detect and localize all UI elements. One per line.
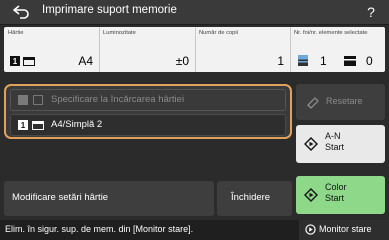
status-message: Elim. în sigur. sup. de mem. din [Monito… [5, 224, 194, 234]
copies-summary-cell: Număr de copii 1 [195, 27, 291, 72]
paper-option-a4-plain-2[interactable]: 1 A4/Simplă 2 [10, 114, 286, 136]
modify-paper-settings-label: Modificare setări hârtie [12, 192, 109, 203]
sheets-icon [298, 55, 308, 66]
sheets-count: 1 [320, 54, 327, 68]
document-icon: 1 [18, 120, 28, 130]
document-icon [18, 95, 28, 105]
paper-option-label: Specificare la încărcarea hârtiei [51, 94, 185, 105]
bw-start-button[interactable]: A-N Start [296, 125, 385, 163]
status-bar: Elim. în sigur. sup. de mem. din [Monito… [0, 220, 389, 240]
document-icon: 1 [10, 56, 20, 66]
bw-start-line2: Start [325, 142, 345, 152]
paper-option-label: A4/Simplă 2 [51, 119, 103, 130]
copies-label: Număr de copii [199, 30, 238, 36]
pages-summary-cell: Nr. foi/nr. elemente selectate 1 0 [290, 27, 385, 72]
elements-count: 0 [366, 54, 373, 68]
back-button[interactable] [6, 2, 36, 22]
reset-label: Resetare [326, 96, 363, 106]
status-monitor-button[interactable]: Monitor stare [299, 220, 389, 240]
modify-paper-settings-button[interactable]: Modificare setări hârtie [4, 181, 214, 216]
paper-tray-icon [23, 57, 35, 66]
paper-option-specify-at-load[interactable]: Specificare la încărcarea hârtiei [10, 89, 286, 111]
brightness-value: ±0 [175, 54, 189, 68]
color-start-line1: Color [325, 182, 347, 192]
paper-summary-cell: Hârtie 1 A4 [4, 27, 100, 72]
paper-summary-label: Hârtie [8, 30, 24, 36]
start-diamond-icon [304, 137, 318, 151]
status-monitor-icon [305, 224, 316, 235]
empty-area [4, 141, 292, 177]
start-diamond-icon [304, 188, 318, 202]
manual-feed-icon [33, 95, 43, 105]
title-bar: Imprimare suport memorie ? [0, 0, 389, 25]
close-button[interactable]: Închidere [217, 181, 292, 216]
brightness-label: Luminozitate [103, 30, 136, 36]
reset-icon [307, 97, 319, 109]
help-button[interactable]: ? [353, 0, 389, 24]
print-from-memory-screen: Imprimare suport memorie ? Hârtie 1 A4 L… [0, 0, 389, 240]
color-start-label: Color Start [325, 182, 347, 204]
paper-tray-icon [32, 121, 44, 130]
bw-start-label: A-N Start [325, 131, 344, 153]
reset-button[interactable]: Resetare [296, 84, 385, 120]
page-title: Imprimare suport memorie [42, 4, 177, 16]
brightness-summary-cell: Luminozitate ±0 [99, 27, 196, 72]
color-start-line2: Start [325, 193, 345, 203]
elements-icon [344, 56, 356, 66]
paper-selection-list: Specificare la încărcarea hârtiei 1 A4/S… [4, 84, 292, 139]
pages-label: Nr. foi/nr. elemente selectate [294, 30, 368, 36]
bw-start-line1: A-N [325, 131, 341, 141]
color-start-button[interactable]: Color Start [296, 176, 385, 214]
back-arrow-icon [13, 5, 29, 19]
status-monitor-label: Monitor stare [319, 224, 372, 234]
copies-value: 1 [277, 54, 284, 68]
close-label: Închidere [231, 192, 271, 203]
paper-summary-value: A4 [78, 54, 93, 68]
settings-summary: Hârtie 1 A4 Luminozitate ±0 Număr de cop… [4, 27, 385, 72]
